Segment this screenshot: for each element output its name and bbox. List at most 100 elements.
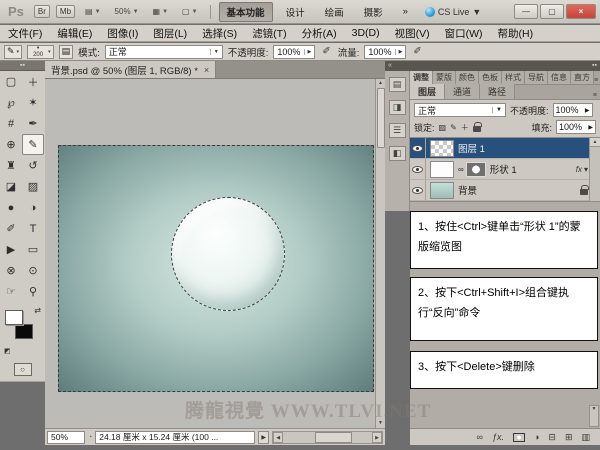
tab-info[interactable]: 信息 xyxy=(548,71,571,84)
horizontal-scrollbar[interactable]: ◀ ▶ xyxy=(272,431,383,444)
clone-stamp-tool[interactable]: ♜ xyxy=(0,155,22,176)
blend-mode-dropdown[interactable]: 正常 ▼ xyxy=(105,45,223,59)
tab-styles[interactable]: 样式 xyxy=(502,71,525,84)
toggle-brush-panel-button[interactable]: ▤ xyxy=(59,45,74,59)
delete-layer-icon[interactable]: ▥ xyxy=(581,432,590,443)
3d-orbit-tool[interactable]: ⊙ xyxy=(22,260,44,281)
layer-style-icon[interactable]: ƒx. xyxy=(492,432,504,442)
vertical-scroll-thumb[interactable] xyxy=(377,88,385,148)
lock-all-icon[interactable] xyxy=(473,126,481,132)
tab-masks[interactable]: 蒙版 xyxy=(433,71,456,84)
scroll-up-icon[interactable]: ▲ xyxy=(378,79,383,88)
layer-row-shape1[interactable]: ∞ 形状 1 fx ▾ xyxy=(410,159,600,180)
status-zoom-field[interactable]: 50% xyxy=(47,431,85,444)
eyedropper-tool[interactable]: ✒ xyxy=(22,113,44,134)
scroll-down-icon[interactable]: ▼ xyxy=(378,419,383,428)
scroll-down-icon[interactable]: ▼ xyxy=(592,406,597,412)
collapsed-styles-panel-icon[interactable]: ◨ xyxy=(389,100,406,115)
canvas-pasteboard[interactable] xyxy=(45,79,375,428)
layer-style-badge[interactable]: fx xyxy=(576,165,582,174)
tab-swatches[interactable]: 色板 xyxy=(479,71,502,84)
document-tab[interactable]: 背景.psd @ 50% (图层 1, RGB/8) * × xyxy=(45,61,216,78)
lasso-tool[interactable]: ℘ xyxy=(0,92,22,113)
brush-tool[interactable]: ✎ xyxy=(22,134,44,155)
foreground-color-swatch[interactable] xyxy=(5,310,23,325)
workspace-overflow-button[interactable]: » xyxy=(396,4,415,19)
dock-grip[interactable]: ▪▪ xyxy=(592,61,597,71)
canvas-image[interactable] xyxy=(58,145,374,392)
layer-list-scrollbar[interactable]: ▲ xyxy=(589,138,600,201)
mini-bridge-button[interactable]: Mb xyxy=(56,5,75,18)
collapse-panels-icon[interactable]: « xyxy=(388,61,392,71)
scroll-up-icon[interactable]: ▲ xyxy=(590,138,600,147)
layer-blend-mode-dropdown[interactable]: 正常 ▼ xyxy=(414,103,506,117)
layer-group-icon[interactable]: ⊟ xyxy=(548,432,556,443)
menu-window[interactable]: 窗口(W) xyxy=(445,26,483,41)
swap-colors-icon[interactable]: ⇄ xyxy=(34,306,41,315)
tab-layers[interactable]: 图层 xyxy=(410,84,445,99)
circular-selection-bubble[interactable] xyxy=(171,197,285,311)
brush-preset-picker[interactable]: • 200 ▾ xyxy=(27,45,54,59)
layer-thumbnail[interactable] xyxy=(430,161,454,178)
opacity-field[interactable]: 100% ▶ xyxy=(273,45,315,59)
status-more-button[interactable]: ▶ xyxy=(258,431,269,444)
type-tool[interactable]: T xyxy=(22,218,44,239)
path-selection-tool[interactable]: ▶ xyxy=(0,239,22,260)
zoom-tool[interactable]: ⚲ xyxy=(22,281,44,302)
close-document-icon[interactable]: × xyxy=(204,65,209,75)
fill-field[interactable]: 100% ▶ xyxy=(556,120,596,134)
vertical-scrollbar[interactable]: ▲ ▼ xyxy=(375,79,385,428)
pen-tool[interactable]: ✐ xyxy=(0,218,22,239)
menu-select[interactable]: 选择(S) xyxy=(202,26,237,41)
horizontal-scroll-thumb[interactable] xyxy=(315,432,352,443)
menu-edit[interactable]: 编辑(E) xyxy=(57,26,92,41)
menu-help[interactable]: 帮助(H) xyxy=(498,26,534,41)
menu-filter[interactable]: 滤镜(T) xyxy=(252,26,286,41)
scroll-right-icon[interactable]: ▶ xyxy=(372,432,382,443)
cs-live-button[interactable]: CS Live ▼ xyxy=(425,7,481,17)
workspace-design-button[interactable]: 设计 xyxy=(279,3,312,21)
flow-field[interactable]: 100% ▶ xyxy=(364,45,406,59)
link-layers-icon[interactable]: ∞ xyxy=(477,432,483,442)
vector-mask-thumbnail[interactable] xyxy=(466,162,486,177)
layer-name[interactable]: 图层 1 xyxy=(458,141,485,155)
tools-panel-grip[interactable]: ▪▪ xyxy=(0,61,45,71)
scroll-left-icon[interactable]: ◀ xyxy=(273,432,283,443)
move-tool[interactable]: ＋ xyxy=(22,71,44,92)
tab-navigator[interactable]: 导航 xyxy=(525,71,548,84)
collapsed-properties-panel-icon[interactable]: ◧ xyxy=(389,146,406,161)
panel-menu-icon[interactable]: ≡ xyxy=(593,92,600,99)
tool-preset-picker[interactable]: ✎ ▾ xyxy=(4,45,22,59)
crop-tool[interactable]: # xyxy=(0,113,22,134)
restore-button[interactable]: ▢ xyxy=(540,4,564,19)
panel-menu-icon[interactable]: ≡ xyxy=(594,77,600,84)
hand-tool[interactable]: ☞ xyxy=(0,281,22,302)
menu-layer[interactable]: 图层(L) xyxy=(153,26,187,41)
adjustment-layer-icon[interactable]: ◑ xyxy=(534,432,539,442)
tab-color[interactable]: 颜色 xyxy=(456,71,479,84)
workspace-essentials-button[interactable]: 基本功能 xyxy=(219,2,273,22)
quick-mask-button[interactable]: ○ xyxy=(14,363,32,376)
tab-paths[interactable]: 路径 xyxy=(480,84,515,99)
layout-picker-button[interactable]: ▤ ▼ xyxy=(81,5,105,18)
airbrush-toggle[interactable]: ✐ xyxy=(320,46,332,57)
panel-scrollbar[interactable]: ▼ xyxy=(589,405,599,427)
tab-adjustments[interactable]: 调整 xyxy=(410,71,433,84)
menu-file[interactable]: 文件(F) xyxy=(8,26,42,41)
spot-healing-brush-tool[interactable]: ⊕ xyxy=(0,134,22,155)
magic-wand-tool[interactable]: ✶ xyxy=(22,92,44,113)
visibility-cell[interactable] xyxy=(410,159,426,179)
history-brush-tool[interactable]: ↺ xyxy=(22,155,44,176)
close-button[interactable]: × xyxy=(566,4,596,19)
layer-name[interactable]: 形状 1 xyxy=(490,162,517,176)
workspace-photography-button[interactable]: 摄影 xyxy=(357,3,390,21)
tab-histogram[interactable]: 直方 xyxy=(571,71,594,84)
tab-channels[interactable]: 通道 xyxy=(445,84,480,99)
layer-thumbnail[interactable] xyxy=(430,140,454,157)
menu-view[interactable]: 视图(V) xyxy=(395,26,430,41)
visibility-cell[interactable] xyxy=(410,138,426,158)
blur-tool[interactable]: ● xyxy=(0,197,22,218)
workspace-painting-button[interactable]: 绘画 xyxy=(318,3,351,21)
add-layer-mask-icon[interactable] xyxy=(513,433,525,442)
lock-position-icon[interactable]: ＋ xyxy=(461,122,469,133)
